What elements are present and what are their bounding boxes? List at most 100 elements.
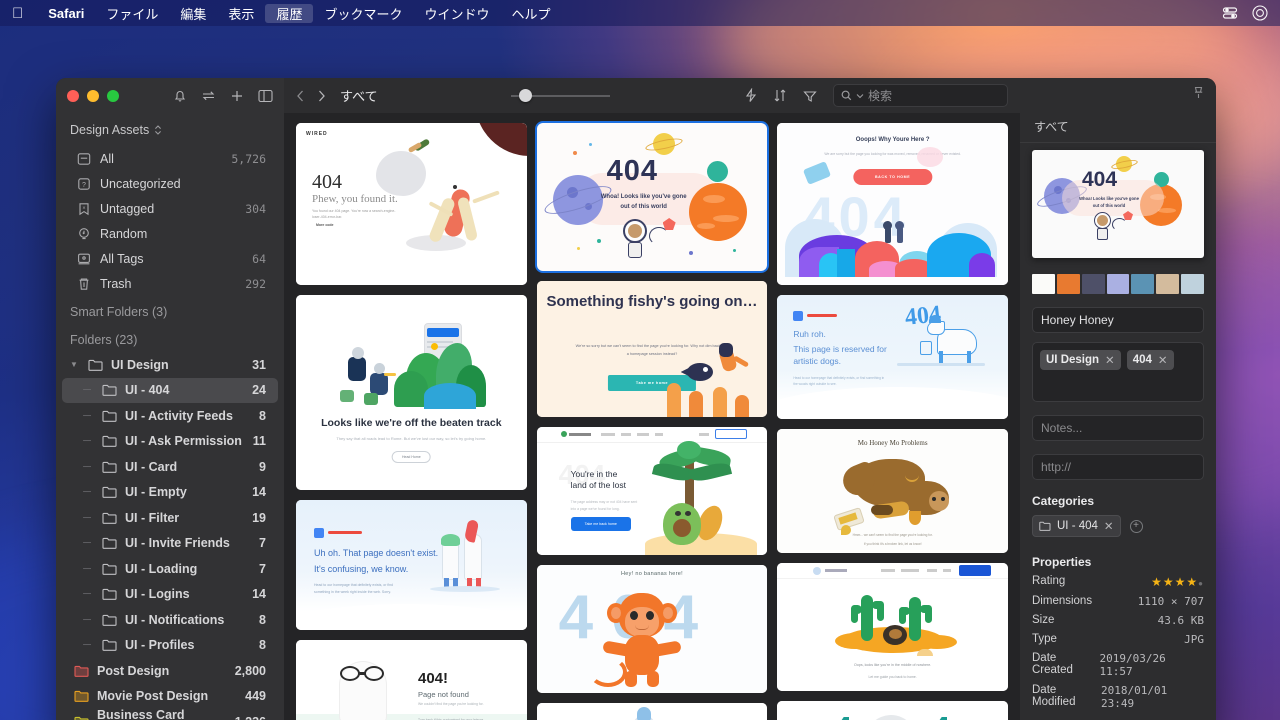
sidebar-folder-ui-filter[interactable]: ─ UI - Filter 19 (62, 505, 278, 531)
menu-item-file[interactable]: ファイル (95, 4, 169, 23)
sidebar-item-trash[interactable]: Trash 292 (62, 271, 278, 296)
tag-x-icon: × (76, 201, 91, 216)
sidebar-folder-ui-empty[interactable]: ─ UI - Empty 14 (62, 480, 278, 506)
grid-item-monkey-404[interactable]: Hey! no bananas here! 404 (536, 565, 768, 693)
menu-item-window[interactable]: ウインドウ (413, 4, 500, 23)
notes-field[interactable]: Notes... (1032, 415, 1204, 441)
category-chip[interactable]: UI - 404 ✕ (1032, 515, 1121, 537)
sidebar-folder-post-design[interactable]: Post Design 2,800 (62, 658, 278, 684)
siri-icon[interactable] (1252, 5, 1268, 21)
folders-header[interactable]: Folders (23) (56, 324, 284, 352)
color-swatch[interactable] (1032, 274, 1055, 294)
grid-item-fishy[interactable]: Something fishy's going on… We're so sor… (536, 281, 768, 417)
sidebar-folder-ui-ask-permission[interactable]: ─ UI - Ask Permission 11 (62, 429, 278, 455)
plus-icon[interactable] (230, 89, 244, 103)
menu-item-help[interactable]: ヘルプ (500, 4, 561, 23)
thumbnail-grid-area[interactable]: WIRED 404 Phew, you found it. You found … (284, 113, 1020, 720)
grid-item-ruh-roh-dog[interactable]: Ruh roh. This page is reserved for artis… (777, 295, 1008, 419)
rating-stars[interactable]: ★★★★● (1151, 575, 1204, 589)
filter-icon[interactable] (803, 89, 817, 103)
grid-item-beaten-track[interactable]: Looks like we're off the beaten track Th… (296, 295, 527, 490)
chevron-left-icon[interactable] (296, 89, 305, 103)
chevron-down-icon[interactable] (856, 93, 864, 99)
sidebar-item-random[interactable]: Random (62, 221, 278, 246)
library-selector[interactable]: Design Assets (56, 119, 284, 146)
sidebar-folder-ui-card[interactable]: ─ UI - Card 9 (62, 454, 278, 480)
grid-item-banana-404[interactable]: WIRED 404 Phew, you found it. You found … (296, 123, 527, 285)
grid-item-cactus-404[interactable]: Oops, looks like you're in the middle of… (777, 563, 1008, 691)
zoom-button[interactable] (107, 89, 119, 102)
sidebar-folder-movie-post-design[interactable]: Movie Post Design 449 (62, 684, 278, 710)
breadcrumb[interactable]: すべて (340, 86, 378, 105)
grid-item-space-404[interactable]: 404 Whoa! Looks like you've gone out of … (534, 121, 770, 273)
sidebar-item-uncategorized[interactable]: ? Uncategorized (62, 171, 278, 196)
sidebar-folder-ui-profiles[interactable]: ─ UI - Profiles 8 (62, 633, 278, 659)
thumbnail-size-slider[interactable] (511, 89, 611, 102)
sidebar-item-untagged[interactable]: × Untagged 304 (62, 196, 278, 221)
name-field[interactable]: Honey Honey (1032, 307, 1204, 333)
close-icon[interactable]: ✕ (1104, 519, 1114, 533)
tag-chip[interactable]: 404 ✕ (1126, 350, 1174, 370)
sidebar-toggle-icon[interactable] (258, 89, 273, 103)
minimize-button[interactable] (87, 89, 99, 102)
color-swatches[interactable] (1032, 274, 1205, 294)
sidebar-folder-ui-activity-feeds[interactable]: ─ UI - Activity Feeds 8 (62, 403, 278, 429)
sidebar-folder-ui-design[interactable]: ▼ UI Design 31 (62, 352, 278, 378)
sidebar-folder-ui-logins[interactable]: ─ UI - Logins 14 (62, 582, 278, 608)
color-swatch[interactable] (1056, 274, 1080, 294)
tags-field[interactable]: UI Design ✕ 404 ✕ (1032, 342, 1204, 402)
close-button[interactable] (67, 89, 79, 102)
search-input[interactable]: 検索 (832, 84, 1008, 107)
smart-items-list: All 5,726 ? Uncategorized × Untagged 304 (56, 146, 284, 296)
chevron-right-icon[interactable] (317, 89, 326, 103)
menu-item-safari[interactable]: Safari (37, 6, 95, 21)
properties-title: Properties (1032, 555, 1092, 569)
close-icon[interactable]: ✕ (1158, 353, 1168, 367)
sort-icon[interactable] (773, 88, 787, 103)
sidebar-folder-ui-loading[interactable]: ─ UI - Loading 7 (62, 556, 278, 582)
property-key: Rating (1032, 575, 1066, 587)
grid-item-ooops-hills[interactable]: Ooops! Why Youre Here ? We are sorry but… (777, 123, 1008, 285)
color-swatch[interactable] (1106, 274, 1130, 294)
folder-label: Post Design (97, 663, 170, 678)
menu-item-bookmarks[interactable]: ブックマーク (313, 4, 413, 23)
sidebar-item-all-tags[interactable]: All Tags 64 (62, 246, 278, 271)
slider-handle[interactable] (519, 89, 533, 102)
grid-item-uh-oh-page[interactable]: Uh oh. That page doesn't exist. It's con… (296, 500, 527, 630)
menu-item-history[interactable]: 履歴 (265, 3, 314, 23)
color-swatch[interactable] (1081, 274, 1105, 294)
chevron-down-icon[interactable]: ▼ (68, 360, 80, 369)
grid-item-ghost-404[interactable]: 404! Page not found We couldn't find the… (296, 640, 527, 720)
sidebar-folder-ui-invite-friends[interactable]: ─ UI - Invite Friends 7 (62, 531, 278, 557)
folder-icon (102, 614, 117, 626)
sidebar-folder-business-card-design[interactable]: Business Card Design 1,236 (62, 708, 278, 720)
menu-item-view[interactable]: 表示 (217, 4, 265, 23)
grid-item-penguin-404[interactable] (536, 703, 768, 720)
url-field[interactable]: http:// (1032, 454, 1204, 480)
color-swatch[interactable] (1131, 274, 1155, 294)
grid-item-honey-bear[interactable]: Mo Honey Mo Problems Hmm... we can't see… (777, 429, 1008, 553)
menu-item-edit[interactable]: 編集 (169, 4, 217, 23)
lightning-icon[interactable] (744, 88, 757, 103)
inspector-tab[interactable]: すべて (1020, 113, 1216, 143)
grid-item-avocado-island[interactable]: 404 You're in the land of the lost The p… (536, 427, 768, 555)
pin-icon[interactable] (1193, 86, 1204, 99)
color-swatch[interactable] (1181, 274, 1205, 294)
tree-line: ─ (83, 409, 91, 422)
bell-icon[interactable] (173, 88, 187, 103)
control-center-icon[interactable] (1222, 5, 1238, 21)
color-swatch[interactable] (1156, 274, 1180, 294)
preview-thumbnail[interactable]: 404 Whoa! Looks like you've gone out of … (1032, 150, 1204, 258)
plus-circle-icon[interactable]: + (1129, 519, 1143, 533)
grid-item-teal-404[interactable] (777, 701, 1008, 720)
sync-icon[interactable] (201, 88, 216, 103)
tag-label: UI Design (1046, 354, 1100, 366)
sidebar-folder-ui-404[interactable]: ─ UI - 404 24 (62, 377, 278, 403)
close-icon[interactable]: ✕ (1105, 353, 1115, 367)
traffic-lights[interactable] (67, 89, 119, 102)
sidebar-item-all[interactable]: All 5,726 (62, 146, 278, 171)
sidebar-folder-ui-notifications[interactable]: ─ UI - Notifications 8 (62, 607, 278, 633)
apple-icon[interactable]:  (12, 6, 23, 21)
smart-folders-header[interactable]: Smart Folders (3) (56, 296, 284, 324)
tag-chip[interactable]: UI Design ✕ (1040, 350, 1121, 370)
